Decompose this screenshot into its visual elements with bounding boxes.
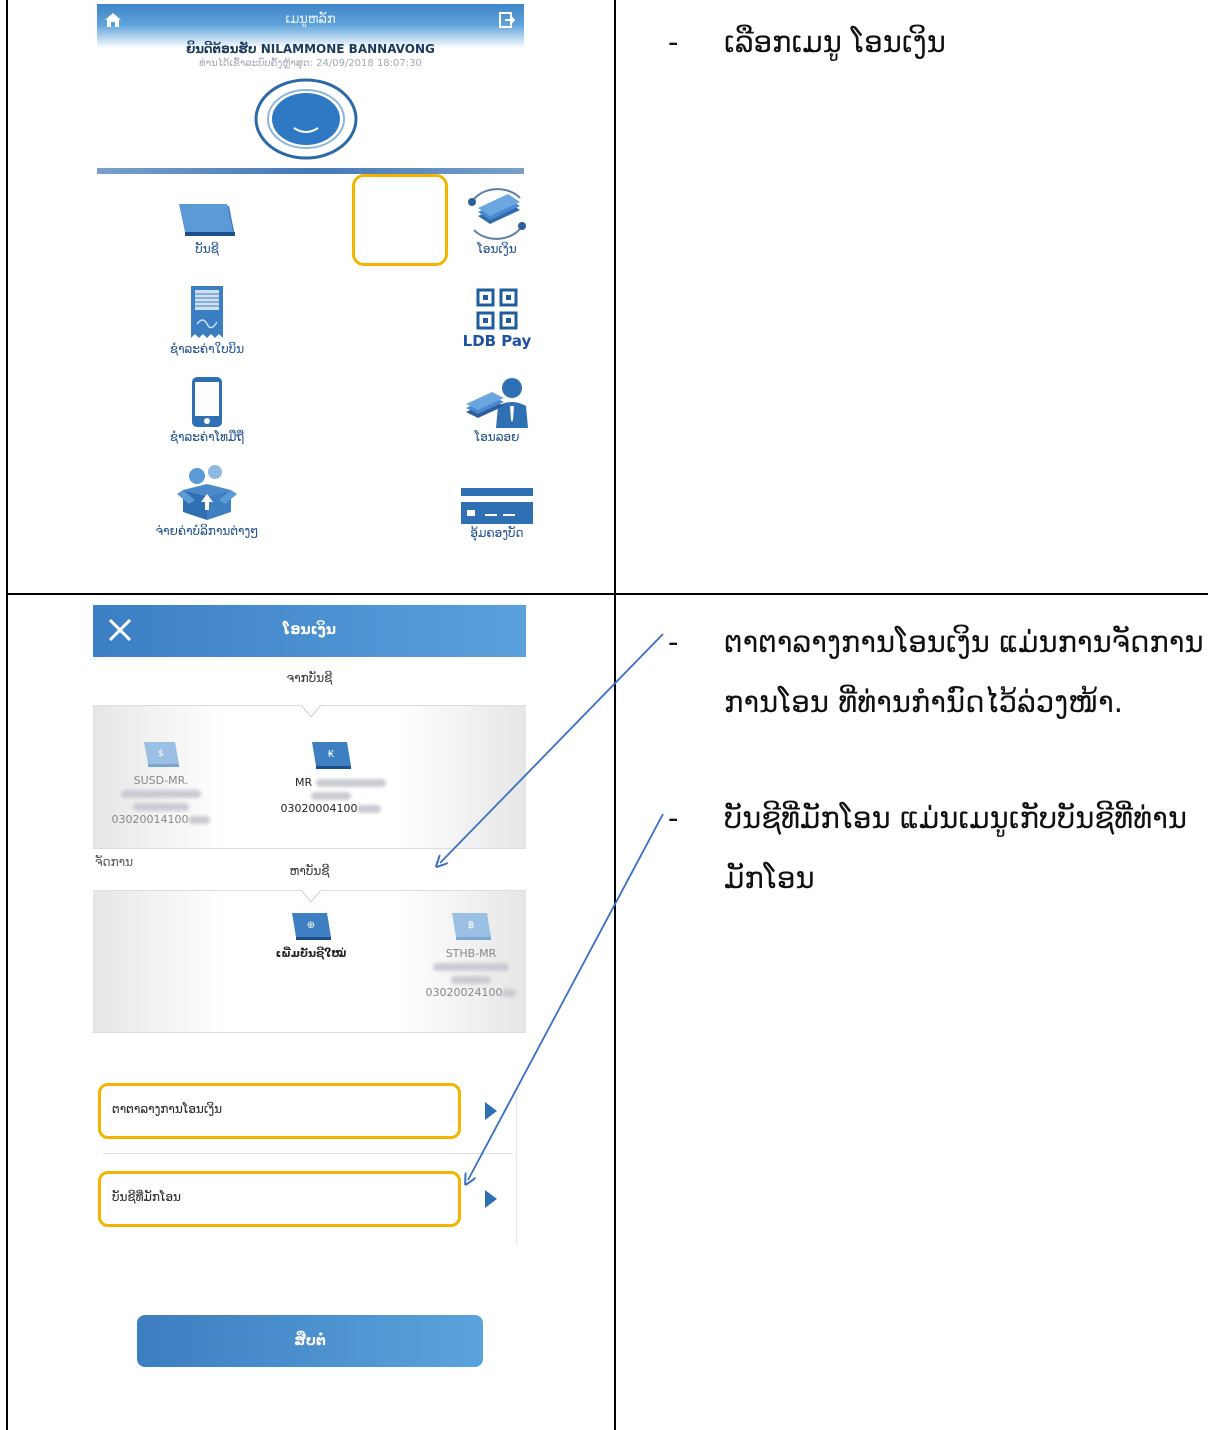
- arrow-to-favorite-row: [468, 813, 664, 1180]
- annotation-arrows: [0, 633, 664, 1430]
- arrow-to-schedule-row: [440, 633, 664, 863]
